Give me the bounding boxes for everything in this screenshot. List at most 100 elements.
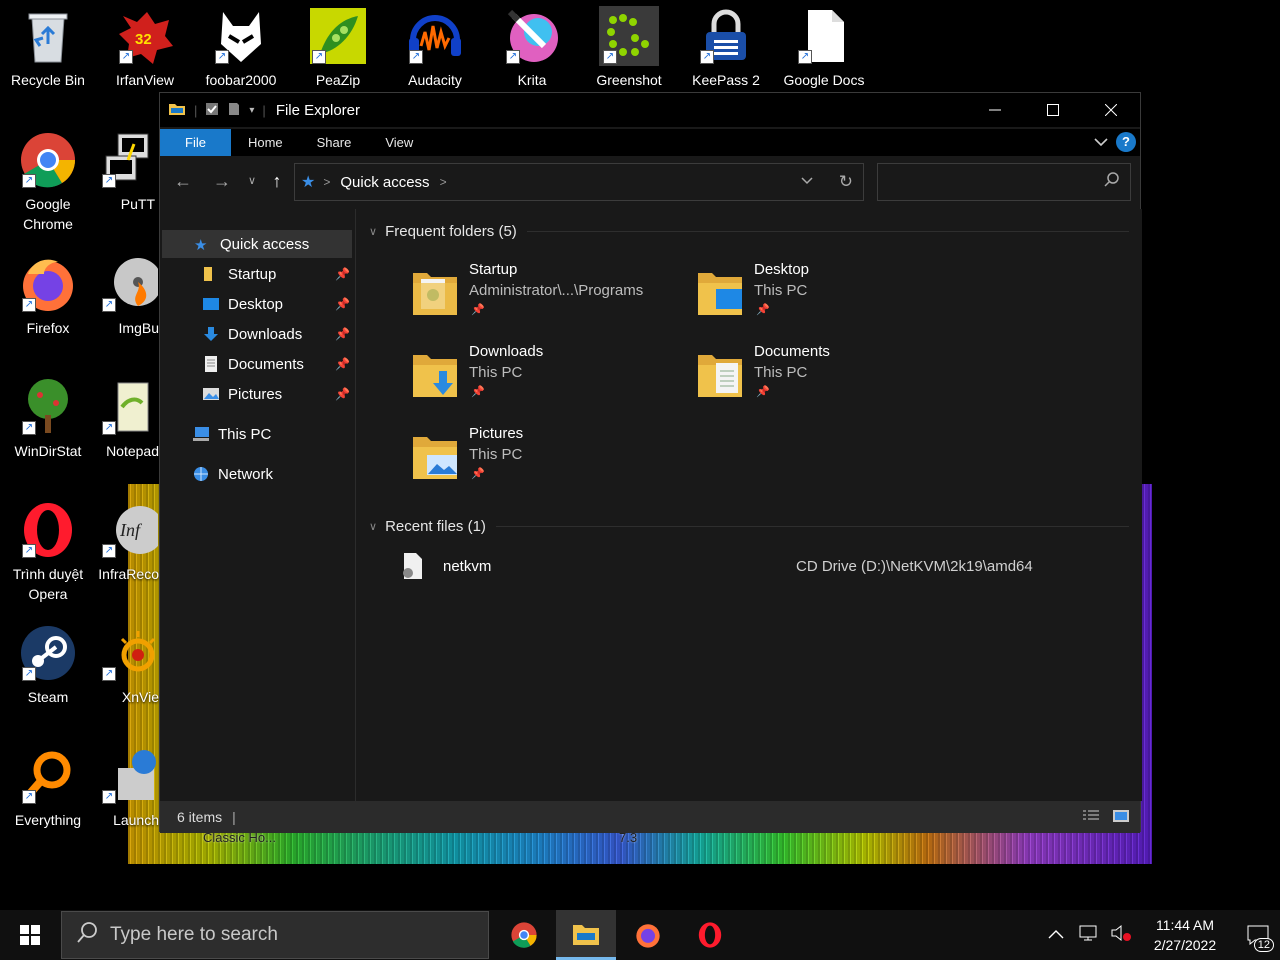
forward-button[interactable]: → [210, 169, 234, 193]
taskbar-chrome[interactable] [494, 910, 554, 960]
recent-netkvm-row[interactable] [399, 643, 1139, 675]
item-count: 6 items [177, 809, 223, 825]
folder-tile-desktop[interactable]: Desktop This PC 📌 [684, 261, 964, 337]
sidebar-item-downloads[interactable]: Downloads 📌 [162, 320, 352, 348]
pin-icon: 📌 [335, 357, 350, 371]
taskbar: Type here to search 11:44 AM 2/27/2022 1… [0, 910, 1280, 960]
large-icons-view-icon[interactable] [1112, 809, 1130, 826]
desktop-icon-firefox[interactable]: ↗ Firefox [0, 254, 96, 338]
taskbar-opera[interactable] [680, 910, 740, 960]
folder-tile-pictures[interactable]: Pictures This PC 📌 [399, 425, 679, 501]
desktop-icon-recycle-bin[interactable]: Recycle Bin [0, 6, 96, 90]
desktop-icon-peazip[interactable]: ↗ PeaZip [290, 6, 386, 90]
network-icon[interactable] [1078, 924, 1098, 947]
status-bar: 6 items | [160, 801, 1140, 833]
network-icon [192, 466, 210, 482]
desktop-icon-opera[interactable]: ↗ Trình duyệt Opera [0, 500, 96, 604]
desktop-icon-google-chrome[interactable]: ↗ Google Chrome [0, 130, 96, 234]
desktop-icon-imgburn[interactable]: ↗ ImgBu [97, 254, 159, 338]
desktop-icon-notepad[interactable]: ↗ Notepad [97, 377, 159, 461]
desktop-icon-windirstat[interactable]: ↗ WinDirStat [0, 377, 96, 461]
breadcrumb-quick-access[interactable]: Quick access [340, 174, 429, 191]
help-button[interactable]: ? [1116, 132, 1136, 152]
tab-home[interactable]: Home [231, 129, 300, 156]
volume-muted-icon[interactable] [1110, 924, 1132, 947]
start-button[interactable] [0, 910, 60, 960]
documents-folder-icon [696, 349, 744, 401]
details-view-icon[interactable] [1082, 809, 1100, 826]
address-dropdown-icon[interactable] [801, 173, 813, 190]
ribbon-tabs: File Home Share View ? [160, 129, 1140, 156]
maximize-button[interactable] [1024, 93, 1082, 127]
desktop-icon-putty[interactable]: ↗ PuTT [97, 130, 159, 214]
shortcut-arrow-icon: ↗ [22, 790, 36, 804]
desktop-icon-steam[interactable]: ↗ Steam [0, 623, 96, 707]
shortcut-arrow-icon: ↗ [119, 50, 133, 64]
taskbar-search-box[interactable]: Type here to search [61, 911, 489, 959]
customize-toolbar-icon[interactable]: ▾ [249, 105, 254, 116]
desktop-icon-infrarecorder[interactable]: Inf ↗ InfraReco [97, 500, 159, 584]
desktop-icon-google-docs[interactable]: ↗ Google Docs [776, 6, 872, 90]
desktop-icon-irfanview[interactable]: 32 ↗ IrfanView [97, 6, 193, 90]
close-button[interactable] [1082, 93, 1140, 127]
shortcut-arrow-icon: ↗ [102, 790, 116, 804]
search-icon [76, 921, 98, 949]
tab-file[interactable]: File [160, 129, 231, 156]
desktop-icon-audacity[interactable]: ↗ Audacity [387, 6, 483, 90]
sidebar-item-documents[interactable]: Documents 📌 [162, 350, 352, 378]
tab-view[interactable]: View [368, 129, 430, 156]
desktop-icon-xnview[interactable]: ↗ XnVie [97, 623, 159, 707]
back-button[interactable]: ← [171, 169, 195, 193]
folder-tile-startup[interactable]: Startup Administrator\...\Programs 📌 [399, 261, 679, 337]
folder-tile-documents[interactable]: Documents This PC 📌 [684, 343, 964, 419]
star-icon: ★ [194, 237, 208, 254]
download-arrow-icon [202, 326, 220, 342]
krita-icon: ↗ [502, 6, 562, 66]
search-icon[interactable] [1104, 172, 1120, 193]
title-bar[interactable]: | ▾ | File Explorer [160, 93, 1140, 127]
new-folder-icon[interactable] [227, 102, 241, 119]
window-title: File Explorer [275, 101, 361, 119]
sidebar-item-quick-access[interactable]: ★ Quick access [162, 230, 352, 258]
search-input[interactable] [878, 164, 1078, 198]
navigation-pane: ★ Quick access Startup 📌 Desktop 📌 Downl… [160, 209, 356, 801]
tree-icon: ↗ [18, 377, 78, 437]
properties-icon[interactable] [205, 102, 219, 119]
notifications-button[interactable]: 12 [1236, 910, 1280, 960]
show-hidden-icons-icon[interactable] [1048, 926, 1064, 944]
desktop-icon-greenshot[interactable]: ↗ Greenshot [581, 6, 677, 90]
sidebar-item-this-pc[interactable]: This PC [162, 420, 352, 448]
recent-files-header[interactable]: ∨ Recent files (1) [369, 518, 1129, 535]
desktop-icon-keepass[interactable]: ↗ KeePass 2 [678, 6, 774, 90]
up-button[interactable]: ↑ [265, 169, 289, 193]
taskbar-file-explorer[interactable] [556, 910, 616, 960]
taskbar-firefox[interactable] [618, 910, 678, 960]
tab-share[interactable]: Share [300, 129, 369, 156]
shortcut-arrow-icon: ↗ [102, 298, 116, 312]
frequent-folders-header[interactable]: ∨ Frequent folders (5) [369, 223, 1129, 240]
sidebar-item-startup[interactable]: Startup 📌 [162, 260, 352, 288]
clock[interactable]: 11:44 AM 2/27/2022 [1140, 915, 1230, 955]
shortcut-arrow-icon: ↗ [22, 544, 36, 558]
folder-tile-downloads[interactable]: Downloads This PC 📌 [399, 343, 679, 419]
desktop-icon-launch[interactable]: ↗ Launch [97, 746, 159, 830]
refresh-icon[interactable]: ↻ [839, 172, 853, 192]
shortcut-arrow-icon: ↗ [102, 174, 116, 188]
file-explorer-window: | ▾ | File Explorer File Home Share View… [159, 92, 1142, 833]
notification-count-badge: 12 [1253, 938, 1274, 952]
desktop-icon-everything[interactable]: ↗ Everything [0, 746, 96, 830]
collapse-chevron-icon: ∨ [369, 226, 378, 238]
sidebar-item-pictures[interactable]: Pictures 📌 [162, 380, 352, 408]
recent-file-row[interactable]: netkvm CD Drive (D:)\NetKVM\2k19\amd64 [398, 550, 1138, 582]
windows-logo-icon [20, 925, 40, 945]
search-box[interactable] [877, 163, 1131, 201]
minimize-button[interactable] [966, 93, 1024, 127]
sidebar-item-desktop[interactable]: Desktop 📌 [162, 290, 352, 318]
shortcut-arrow-icon: ↗ [506, 50, 520, 64]
desktop-icon-foobar2000[interactable]: ↗ foobar2000 [193, 6, 289, 90]
address-bar[interactable]: ★ > Quick access > ↻ [294, 163, 864, 201]
expand-ribbon-icon[interactable] [1094, 135, 1108, 150]
sidebar-item-network[interactable]: Network [162, 460, 352, 488]
recent-locations-icon[interactable]: ∨ [240, 169, 264, 193]
desktop-icon-krita[interactable]: ↗ Krita [484, 6, 580, 90]
